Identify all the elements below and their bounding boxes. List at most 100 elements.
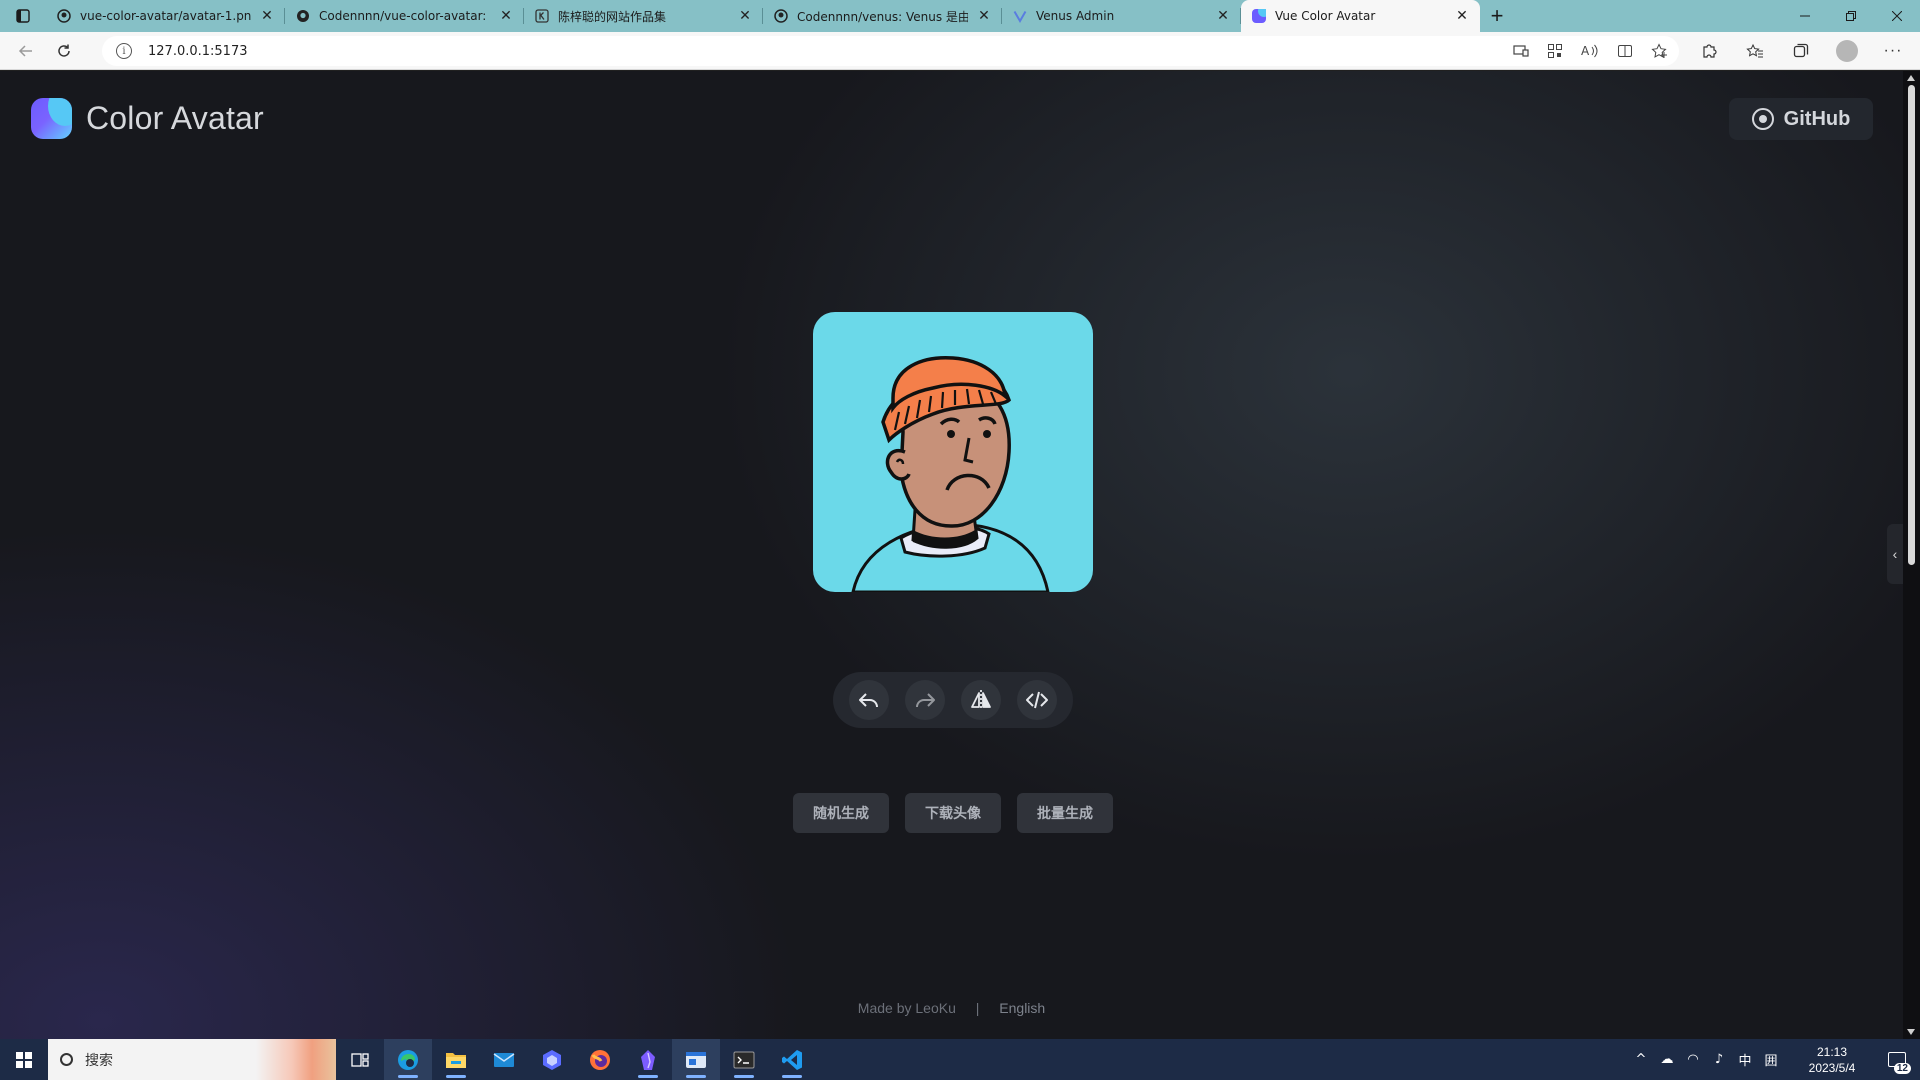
close-icon[interactable]: ✕ xyxy=(1213,6,1233,26)
taskbar-clock[interactable]: 21:13 2023/5/4 xyxy=(1790,1044,1874,1076)
tab-actions-button[interactable] xyxy=(0,0,46,32)
back-arrow-icon xyxy=(18,44,32,57)
taskbar-obsidian[interactable] xyxy=(624,1039,672,1080)
browser-tab[interactable]: vue-color-avatar/avatar-1.png at ✕ xyxy=(46,0,285,32)
windows-logo-icon xyxy=(16,1051,32,1068)
close-icon[interactable]: ✕ xyxy=(496,6,516,26)
windows-taskbar: 搜索 ^ ☁ ◠ ♪ 中 囲 21:13 2023/5/4 12 xyxy=(0,1039,1920,1080)
download-avatar-button[interactable]: 下载头像 xyxy=(905,793,1001,833)
restore-icon xyxy=(1846,11,1856,21)
refresh-button[interactable] xyxy=(46,35,82,67)
close-icon[interactable]: ✕ xyxy=(257,6,277,26)
search-highlight-art xyxy=(256,1039,336,1080)
browser-tab[interactable]: 陈梓聪的网站作品集 ✕ xyxy=(524,0,763,32)
flip-icon xyxy=(971,690,991,710)
taskbar-app-window[interactable] xyxy=(672,1039,720,1080)
random-generate-button[interactable]: 随机生成 xyxy=(793,793,889,833)
browser-tab[interactable]: Codennnn/vue-color-avatar: An ✕ xyxy=(285,0,524,32)
taskbar-firefox[interactable] xyxy=(576,1039,624,1080)
github-icon xyxy=(56,8,72,24)
made-by-link[interactable]: Made by LeoKu xyxy=(858,1000,956,1016)
taskbar-file-explorer[interactable] xyxy=(432,1039,480,1080)
restore-button[interactable] xyxy=(1828,0,1874,32)
hexagon-app-icon xyxy=(543,1049,561,1070)
profile-avatar[interactable] xyxy=(1836,40,1858,62)
new-tab-button[interactable]: + xyxy=(1480,0,1514,32)
app-available-icon[interactable] xyxy=(1513,44,1529,58)
redo-icon xyxy=(916,693,935,708)
browser-toolbar-right: ··· xyxy=(1688,35,1914,67)
svg-text:A: A xyxy=(1581,44,1590,58)
undo-button[interactable] xyxy=(849,680,889,720)
code-button[interactable] xyxy=(1017,680,1057,720)
address-bar[interactable]: i 127.0.0.1:5173 A xyxy=(102,36,1679,66)
footer-separator: | xyxy=(975,1000,980,1016)
extensions-button[interactable] xyxy=(1688,35,1730,67)
color-avatar-logo-icon xyxy=(31,98,72,139)
onedrive-cloud-icon[interactable]: ☁ xyxy=(1654,1052,1680,1067)
volume-icon[interactable]: ♪ xyxy=(1706,1052,1732,1067)
mail-icon xyxy=(493,1052,515,1067)
collections-button[interactable] xyxy=(1780,35,1822,67)
app-logo[interactable]: Color Avatar xyxy=(31,98,264,139)
edge-icon xyxy=(398,1049,418,1070)
minimize-button[interactable] xyxy=(1782,0,1828,32)
favorite-star-icon[interactable] xyxy=(1651,43,1669,59)
start-button[interactable] xyxy=(0,1039,48,1080)
tab-actions-icon xyxy=(16,9,30,23)
taskbar-mail[interactable] xyxy=(480,1039,528,1080)
wifi-icon[interactable]: ◠ xyxy=(1680,1052,1706,1067)
github-icon xyxy=(1751,108,1774,130)
page-scrollbar[interactable] xyxy=(1903,71,1920,1039)
collections-icon xyxy=(1793,43,1809,58)
close-icon[interactable]: ✕ xyxy=(974,6,994,26)
close-icon[interactable]: ✕ xyxy=(1452,6,1472,26)
search-icon xyxy=(60,1053,73,1066)
address-url[interactable]: 127.0.0.1:5173 xyxy=(148,44,248,59)
back-button[interactable] xyxy=(8,35,44,67)
read-aloud-icon[interactable]: A xyxy=(1581,43,1599,59)
browser-toolbar: i 127.0.0.1:5173 A ··· xyxy=(0,32,1920,70)
taskbar-vscode[interactable] xyxy=(768,1039,816,1080)
chevron-up-icon[interactable]: ^ xyxy=(1628,1052,1654,1067)
redo-button[interactable] xyxy=(905,680,945,720)
more-menu-button[interactable]: ··· xyxy=(1872,35,1914,67)
ime-indicator[interactable]: 中 xyxy=(1732,1050,1758,1069)
puzzle-icon xyxy=(1703,44,1717,58)
taskbar-search[interactable]: 搜索 xyxy=(48,1039,336,1080)
app-title: Color Avatar xyxy=(86,100,264,136)
scroll-up-arrow[interactable] xyxy=(1907,75,1915,81)
site-info-icon[interactable]: i xyxy=(116,43,132,59)
close-window-button[interactable] xyxy=(1874,0,1920,32)
flip-button[interactable] xyxy=(961,680,1001,720)
language-switch[interactable]: English xyxy=(999,1000,1045,1016)
code-icon xyxy=(1026,691,1048,709)
taskbar-terminal[interactable] xyxy=(720,1039,768,1080)
notification-center-button[interactable]: 12 xyxy=(1874,1039,1920,1080)
close-icon[interactable]: ✕ xyxy=(735,6,755,26)
scrollbar-thumb[interactable] xyxy=(1908,85,1915,565)
browser-tab[interactable]: Codennnn/venus: Venus 是由 Vu ✕ xyxy=(763,0,1002,32)
minimize-icon xyxy=(1800,15,1810,17)
k-site-icon xyxy=(534,8,550,24)
github-button[interactable]: GitHub xyxy=(1729,98,1873,140)
task-view-icon xyxy=(351,1052,369,1067)
task-view-button[interactable] xyxy=(336,1039,384,1080)
batch-generate-button[interactable]: 批量生成 xyxy=(1017,793,1113,833)
keyboard-layout-indicator[interactable]: 囲 xyxy=(1758,1050,1784,1069)
scroll-down-arrow[interactable] xyxy=(1907,1029,1915,1035)
app-window-icon xyxy=(686,1051,706,1068)
taskbar-app-hex[interactable] xyxy=(528,1039,576,1080)
qr-code-icon[interactable] xyxy=(1547,43,1563,59)
favorites-button[interactable] xyxy=(1734,35,1776,67)
taskbar-edge[interactable] xyxy=(384,1039,432,1080)
venus-icon xyxy=(1012,8,1028,24)
browser-tab-active[interactable]: Vue Color Avatar ✕ xyxy=(1241,0,1480,32)
address-bar-actions: A xyxy=(1513,36,1669,66)
sidebar-toggle-button[interactable]: ‹ xyxy=(1887,524,1903,584)
browser-tab-strip: vue-color-avatar/avatar-1.png at ✕ Coden… xyxy=(0,0,1920,32)
avatar-action-bar xyxy=(833,672,1073,728)
split-screen-icon[interactable] xyxy=(1617,43,1633,59)
main-actions: 随机生成 下载头像 批量生成 xyxy=(793,793,1113,833)
browser-tab[interactable]: Venus Admin ✕ xyxy=(1002,0,1241,32)
